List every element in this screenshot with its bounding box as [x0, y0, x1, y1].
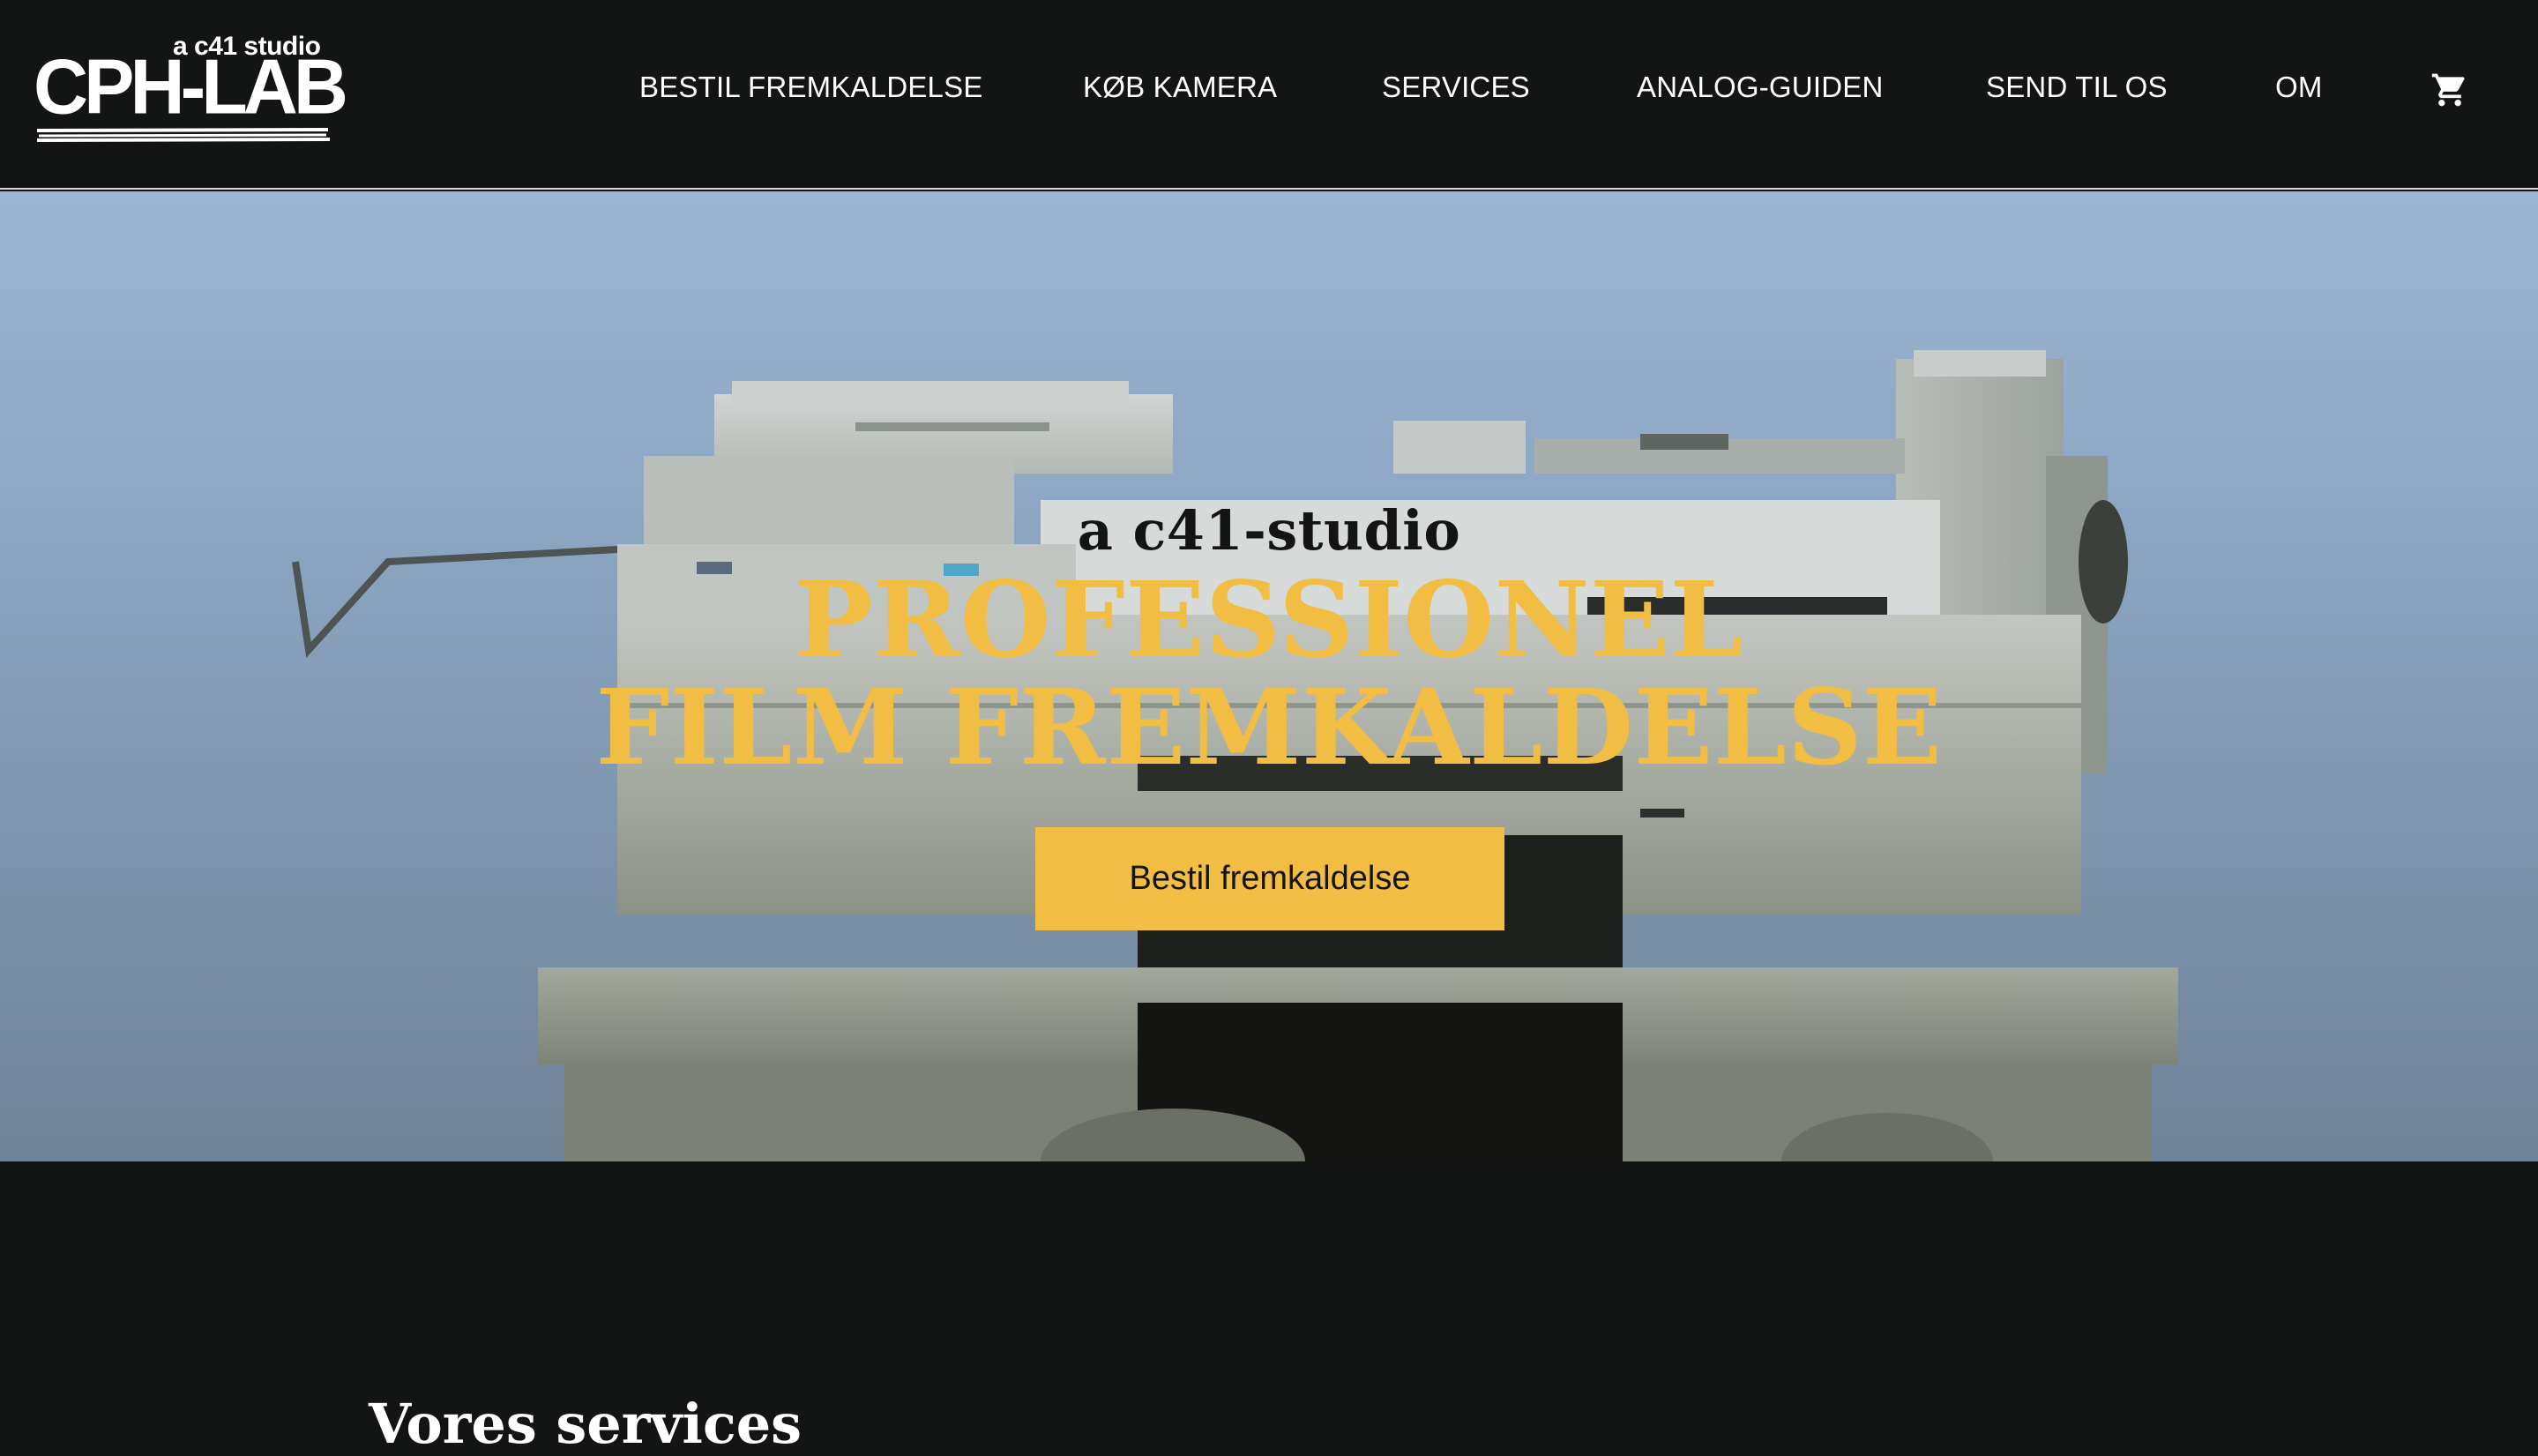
hero-title: PROFESSIONEL FILM FREMKALDELSE — [0, 566, 2538, 781]
order-development-button[interactable]: Bestil fremkaldelse — [1035, 827, 1504, 930]
shopping-cart-icon[interactable] — [2430, 71, 2469, 109]
hero-title-line-2: FILM FREMKALDELSE — [595, 666, 1943, 788]
nav-item-send-til-os[interactable]: SEND TIL OS — [1986, 71, 2168, 104]
nav-item-kob-kamera[interactable]: KØB KAMERA — [1083, 71, 1277, 104]
nav-item-om[interactable]: OM — [2275, 71, 2323, 104]
hero-subtitle: a c41-studio — [1077, 498, 1461, 563]
hero-banner: a c41-studio PROFESSIONEL FILM FREMKALDE… — [0, 191, 2538, 1161]
main-nav: BESTIL FREMKALDELSE KØB KAMERA SERVICES … — [0, 0, 2538, 181]
nav-item-services[interactable]: SERVICES — [1382, 71, 1530, 104]
services-heading: Vores services — [369, 1392, 802, 1456]
hero-title-line-1: PROFESSIONEL — [795, 558, 1743, 681]
nav-item-bestil-fremkaldelse[interactable]: BESTIL FREMKALDELSE — [639, 71, 983, 104]
site-header: a c41 studio CPH-LAB BESTIL FREMKALDELSE… — [0, 0, 2538, 190]
nav-item-analog-guiden[interactable]: ANALOG-GUIDEN — [1637, 71, 1883, 104]
